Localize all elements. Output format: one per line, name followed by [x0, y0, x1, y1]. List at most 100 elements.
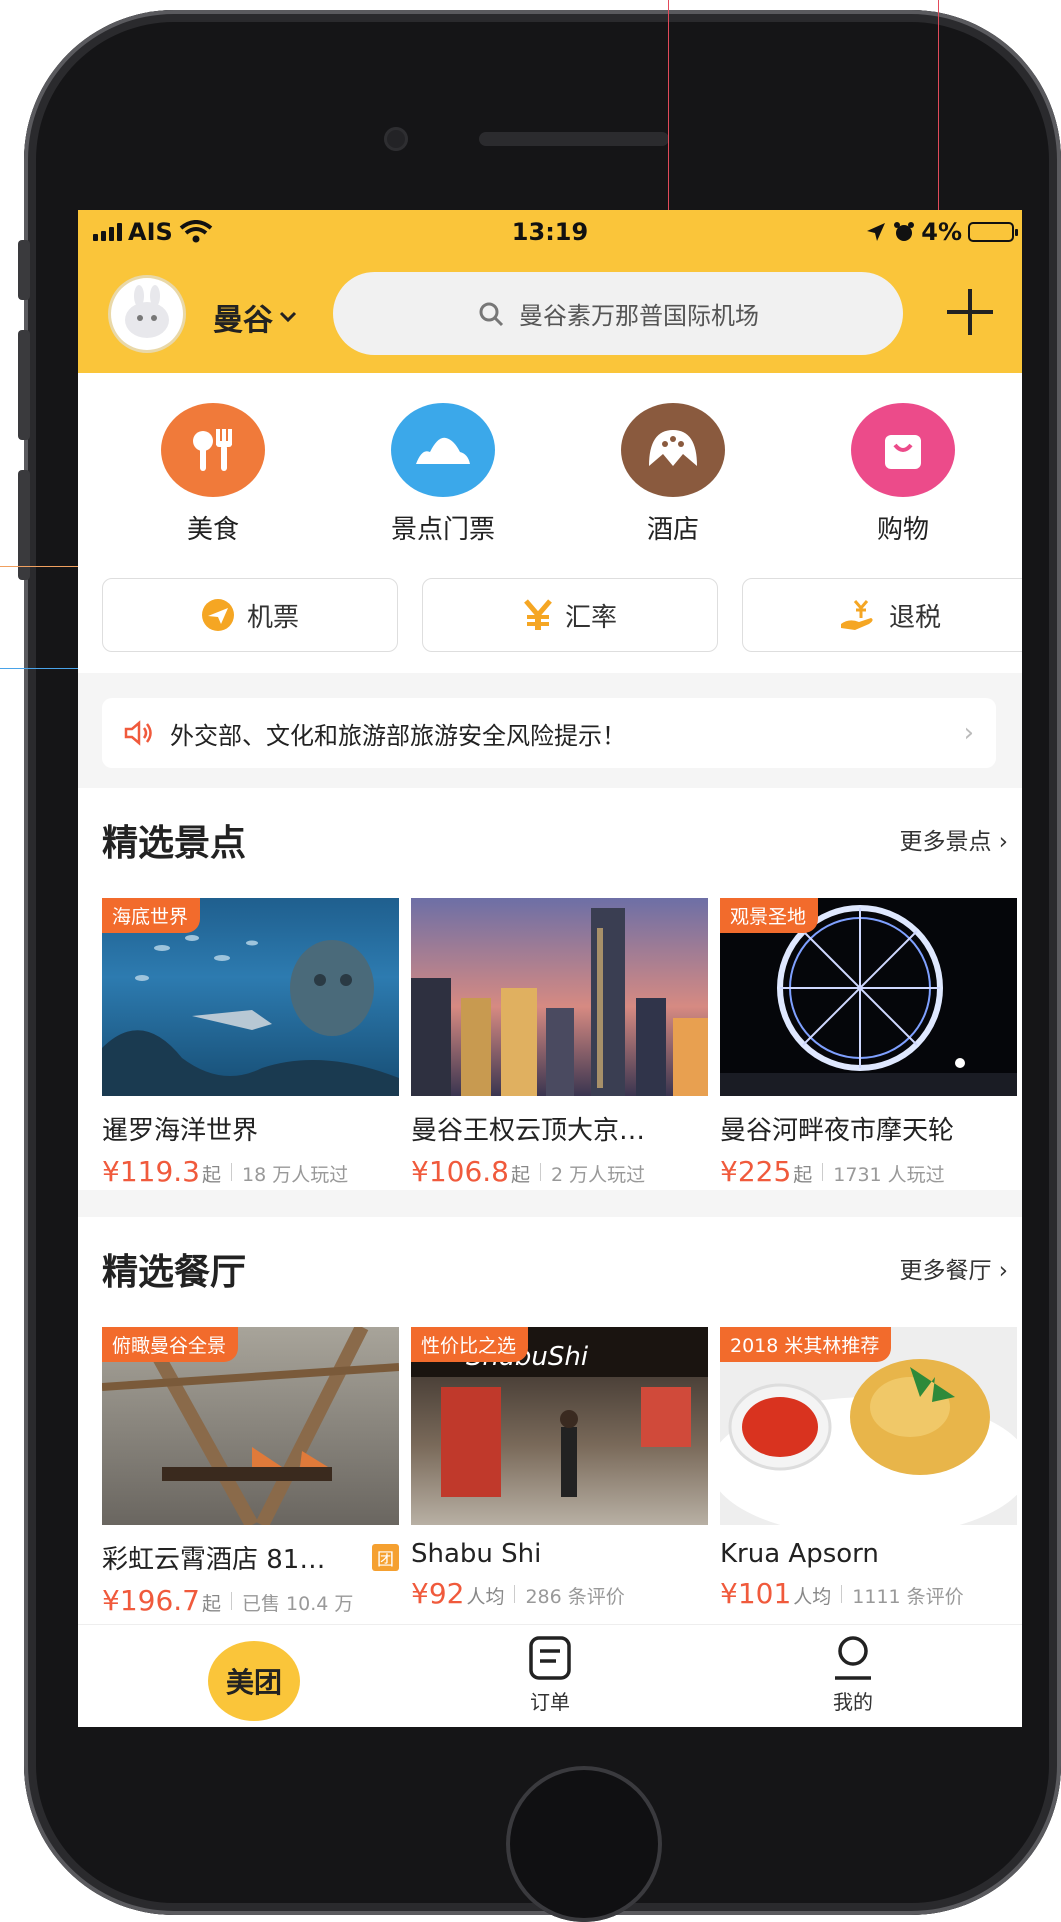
util-flights[interactable]: 机票	[102, 578, 398, 652]
tab-label: 我的	[833, 1690, 873, 1714]
restaurant-card[interactable]: 2018 米其林推荐 Krua Apsorn ¥101 人均 1111 条评价	[720, 1327, 1017, 1610]
play-count: 2 万人玩过	[551, 1164, 646, 1186]
util-exchange-rate[interactable]: 汇率	[422, 578, 718, 652]
home-button[interactable]	[506, 1766, 662, 1922]
section-title: 精选景点	[102, 823, 247, 864]
mascot-avatar-icon	[125, 285, 169, 338]
search-icon	[479, 302, 504, 326]
price: ¥101	[720, 1577, 792, 1610]
tab-home[interactable]: 美团	[208, 1641, 300, 1721]
restaurant-image: ShabuShi 性价比之选	[411, 1327, 708, 1525]
safety-notice[interactable]: 外交部、文化和旅游部旅游安全风险提示！ ›	[102, 698, 996, 768]
restaurant-card[interactable]: 俯瞰曼谷全景 彩虹云霄酒店 81… 团 ¥196.7 起已售 10.4 万	[102, 1327, 399, 1617]
city-label: 曼谷	[213, 303, 273, 338]
mountain-icon	[416, 437, 470, 464]
volume-down-button	[18, 470, 30, 580]
attraction-card[interactable]: 观景圣地 曼谷河畔夜市摩天轮 ¥225 起 1731 人玩过	[720, 898, 1017, 1188]
tab-label: 订单	[530, 1690, 570, 1714]
attraction-image	[411, 898, 708, 1096]
util-label: 机票	[246, 602, 299, 633]
add-icon[interactable]	[942, 284, 998, 340]
attraction-name: 暹罗海洋世界	[102, 1116, 259, 1146]
section-title: 精选餐厅	[102, 1252, 247, 1293]
alarm-icon	[894, 222, 915, 241]
category-icon-hotel	[621, 403, 725, 497]
tab-bar: 美团 订单 我的	[78, 1624, 1022, 1727]
notice-text: 外交部、文化和旅游部旅游安全风险提示！	[170, 721, 626, 750]
restaurant-tag: 2018 米其林推荐	[720, 1327, 892, 1362]
app-screen: AIS 13:19 4% 曼谷 曼谷素万那普国际机场 美食 景点门票 酒店 购物…	[78, 210, 1022, 1727]
tax-refund-icon	[840, 600, 873, 630]
attraction-meta: ¥225 起 1731 人玩过	[720, 1155, 945, 1188]
category-label: 酒店	[646, 515, 699, 545]
avatar[interactable]	[111, 278, 183, 350]
tab-mine[interactable]: 我的	[793, 1635, 913, 1715]
price: ¥196.7	[102, 1584, 200, 1617]
category-icon-shopping	[851, 403, 955, 497]
price: ¥119.3	[102, 1155, 200, 1188]
restaurant-tag: 俯瞰曼谷全景	[102, 1327, 239, 1362]
search-placeholder: 曼谷素万那普国际机场	[519, 302, 759, 330]
restaurant-name: 彩虹云霄酒店 81… 团	[102, 1539, 399, 1576]
sales-count: 已售 10.4 万	[242, 1593, 354, 1615]
shopping-bag-icon	[885, 435, 921, 469]
chevron-down-icon	[279, 311, 297, 323]
orders-icon	[529, 1636, 571, 1680]
attraction-card[interactable]: 曼谷王权云顶大京… ¥106.8 起 2 万人玩过	[411, 898, 708, 1188]
volume-up-button	[18, 330, 30, 440]
attraction-tag: 观景圣地	[720, 898, 819, 933]
featured-restaurants: 精选餐厅 更多餐厅 › 俯瞰曼谷全景 彩虹云霄酒店 81… 团 ¥196.7 起已售…	[78, 1217, 1022, 1624]
status-bar: AIS 13:19 4%	[78, 210, 1022, 252]
play-count: 18 万人玩过	[242, 1164, 349, 1186]
restaurant-name: Krua Apsorn	[720, 1539, 879, 1569]
group-buy-badge: 团	[372, 1544, 399, 1571]
utensils-icon	[193, 429, 232, 471]
city-selector[interactable]: 曼谷	[213, 295, 297, 339]
search-bar[interactable]: 曼谷素万那普国际机场	[333, 272, 903, 355]
category-shopping[interactable]: 购物	[813, 403, 993, 546]
speaker-icon	[124, 720, 152, 746]
util-label: 汇率	[564, 602, 617, 633]
tab-orders[interactable]: 订单	[490, 1635, 610, 1715]
util-label: 退税	[888, 602, 941, 633]
restaurant-meta: ¥92 人均 286 条评价	[411, 1577, 625, 1610]
more-restaurants-link[interactable]: 更多餐厅 ›	[899, 1251, 1008, 1285]
front-camera	[384, 127, 408, 151]
category-label: 景点门票	[390, 515, 495, 545]
category-icon-attractions	[391, 403, 495, 497]
attraction-card[interactable]: 海底世界 暹罗海洋世界 ¥119.3 起 18 万人玩过	[102, 898, 399, 1188]
category-hotel[interactable]: 酒店	[583, 403, 763, 546]
restaurant-image: 俯瞰曼谷全景	[102, 1327, 399, 1525]
review-count: 1111 条评价	[852, 1586, 964, 1608]
category-label: 美食	[186, 515, 239, 545]
earpiece-speaker	[479, 132, 669, 146]
category-food[interactable]: 美食	[123, 403, 303, 546]
util-tax-refund[interactable]: 退税	[742, 578, 1022, 652]
restaurant-card[interactable]: ShabuShi 性价比之选 Shabu Shi ¥92 人均 286 条评价	[411, 1327, 708, 1610]
app-header: AIS 13:19 4% 曼谷 曼谷素万那普国际机场	[78, 210, 1022, 373]
price: ¥106.8	[411, 1155, 509, 1188]
home-logo-label: 美团	[225, 1666, 282, 1699]
attraction-image: 海底世界	[102, 898, 399, 1096]
category-label: 购物	[876, 515, 929, 545]
location-arrow-icon	[867, 223, 886, 241]
attraction-tag: 海底世界	[102, 898, 201, 933]
chevron-right-icon: ›	[963, 718, 974, 748]
attraction-meta: ¥119.3 起 18 万人玩过	[102, 1155, 349, 1188]
plane-icon	[201, 599, 234, 631]
restaurant-tag: 性价比之选	[411, 1327, 529, 1362]
battery-icon	[968, 222, 1018, 242]
battery-percent: 4%	[921, 218, 962, 246]
attraction-image: 观景圣地	[720, 898, 1017, 1096]
restaurant-meta: ¥101 人均 1111 条评价	[720, 1577, 964, 1610]
skyline-picture	[411, 908, 708, 1096]
attraction-meta: ¥106.8 起 2 万人玩过	[411, 1155, 646, 1188]
play-count: 1731 人玩过	[833, 1164, 945, 1186]
review-count: 286 条评价	[525, 1586, 625, 1608]
yen-icon	[524, 599, 552, 630]
attraction-name: 曼谷王权云顶大京…	[411, 1116, 646, 1146]
hotel-icon	[649, 430, 697, 466]
more-attractions-link[interactable]: 更多景点 ›	[899, 822, 1008, 856]
category-attractions[interactable]: 景点门票	[353, 403, 533, 546]
restaurant-meta: ¥196.7 起已售 10.4 万	[102, 1584, 354, 1617]
